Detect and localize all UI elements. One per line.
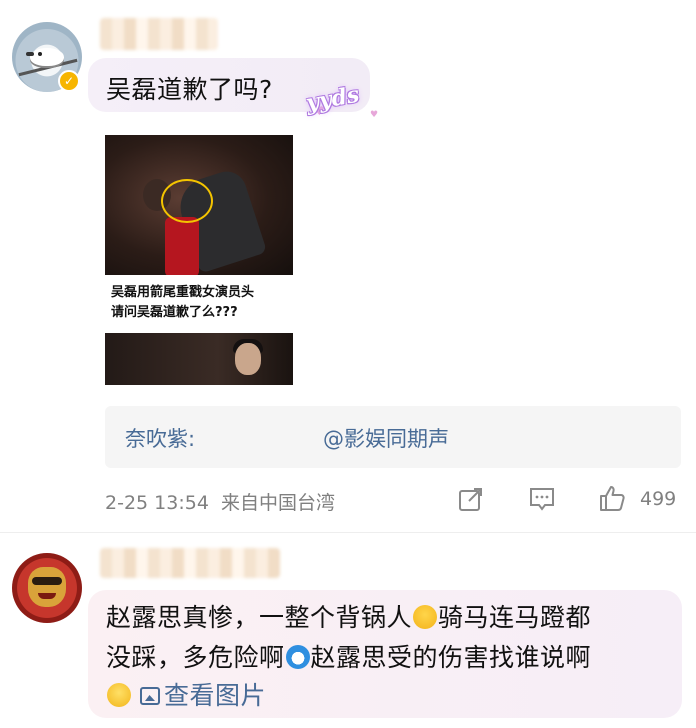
repost-user[interactable]: 奈吹紫: (125, 423, 195, 453)
avatar-beak (26, 52, 34, 56)
user-avatar-2[interactable] (12, 553, 82, 623)
heart-icon: ♥ (370, 110, 379, 120)
comment-text-segment: 骑马连马蹬都 (438, 603, 592, 632)
attached-image[interactable]: 吴磊用箭尾重戳女演员头 请问吴磊道歉了么??? (105, 135, 293, 385)
avatar-face (28, 567, 66, 607)
like-count: 499 (640, 488, 677, 510)
comment-card-1: ✓ 吴磊道歉了吗? ♥ ♥ yyds 吴磊用箭尾重戳女演员头 请问吴磊道歉了么?… (0, 0, 696, 530)
smile-emoji-icon (107, 683, 131, 707)
avatar-sunglasses (32, 577, 62, 585)
comment-text-segment: 没踩，多危险啊 (106, 643, 285, 672)
verified-badge-icon: ✓ (58, 70, 80, 92)
blurred-username[interactable] (100, 18, 218, 50)
image-icon[interactable] (140, 687, 160, 705)
blurred-username-2[interactable] (100, 548, 280, 578)
comment-line-1: 赵露思真惨，一整个背锅人 骑马连马蹬都 (106, 598, 591, 634)
comment-line-3: 查看图片 (106, 676, 266, 712)
share-icon[interactable] (458, 486, 484, 512)
comment-icon[interactable] (528, 486, 556, 512)
thumbs-up-icon[interactable] (598, 484, 626, 512)
view-image-link[interactable]: 查看图片 (164, 681, 266, 710)
comment-bubble-2: 赵露思真惨，一整个背锅人 骑马连马蹬都 没踩，多危险啊 赵露思受的伤害找谁说啊 查看… (88, 590, 682, 718)
highlight-circle (161, 179, 213, 223)
repost-source-box[interactable]: 奈吹紫: @影娱同期声 (105, 406, 681, 468)
avatar-bird (30, 48, 64, 66)
timestamp: 2-25 13:54 (105, 492, 209, 514)
avatar-eye (38, 52, 42, 56)
comment-line-2: 没踩，多危险啊 赵露思受的伤害找谁说啊 (106, 638, 591, 674)
image-red-costume (165, 217, 199, 277)
comment-meta: 2-25 13:54 来自中国台湾 (105, 488, 335, 515)
comment-text-segment: 赵露思真惨，一整个背锅人 (106, 603, 413, 632)
repost-mention-link[interactable]: @影娱同期声 (323, 423, 449, 453)
image-man-face (235, 343, 261, 375)
image-caption-line-1: 吴磊用箭尾重戳女演员头 (111, 285, 255, 300)
comment-text: 吴磊道歉了吗? (106, 75, 273, 104)
image-caption-line-2: 请问吴磊道歉了么??? (111, 305, 238, 320)
image-caption: 吴磊用箭尾重戳女演员头 请问吴磊道歉了么??? (105, 275, 293, 333)
sweat-emoji-icon (413, 605, 438, 629)
comment-text-segment: 赵露思受的伤害找谁说啊 (310, 643, 592, 672)
comment-divider (0, 532, 696, 533)
image-bottom-scene (105, 333, 293, 385)
location-source: 来自中国台湾 (220, 492, 335, 514)
doraemon-emoji-icon (285, 645, 310, 669)
